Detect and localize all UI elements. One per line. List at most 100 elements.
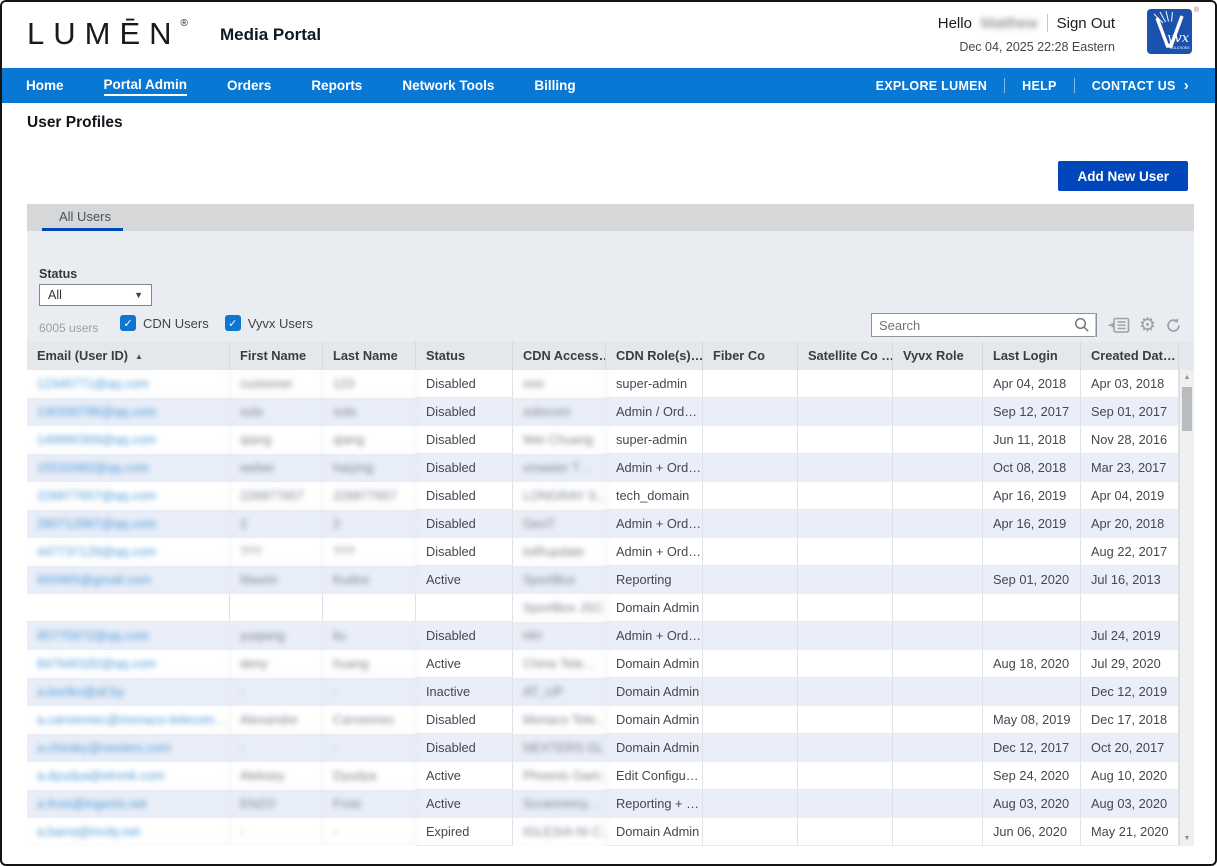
cell-vyvx_role [893, 594, 983, 622]
nav-item-network-tools[interactable]: Network Tools [402, 76, 494, 95]
cell-email[interactable]: a.carvennec@monaco-telecom… [27, 706, 230, 734]
column-header-satellite_co[interactable]: Satellite Co … [798, 342, 893, 370]
vertical-scrollbar[interactable]: ▲ ▼ [1179, 370, 1194, 846]
cell-created_date: Aug 22, 2017 [1081, 538, 1179, 566]
status-select[interactable]: All ▼ [39, 284, 152, 306]
cell-last_name: 226877657 [323, 482, 416, 510]
cell-email[interactable]: 650465@gmail.com [27, 566, 230, 594]
cell-fiber_co [703, 510, 798, 538]
tab-all-users[interactable]: All Users [27, 204, 126, 231]
nav-item-explore-lumen[interactable]: EXPLORE LUMEN [876, 77, 988, 95]
settings-gear-icon[interactable]: ⚙ [1139, 316, 1156, 335]
nav-item-reports[interactable]: Reports [311, 76, 362, 95]
user-table: Email (User ID)▲First NameLast NameStatu… [27, 342, 1194, 846]
top-header: LUMĒN® Media Portal Hello Matthew Sign O… [2, 2, 1215, 68]
registered-mark: ® [181, 18, 188, 29]
column-header-fiber_co[interactable]: Fiber Co [703, 342, 798, 370]
cell-satellite_co [798, 678, 893, 706]
scroll-down-icon[interactable]: ▼ [1180, 835, 1194, 842]
cell-cdn_access: HH [513, 622, 606, 650]
cell-last_login: Sep 01, 2020 [983, 566, 1081, 594]
cdn-users-filter[interactable]: ✓ CDN Users [120, 315, 209, 331]
cell-email[interactable]: a.dyudya@elronk.com [27, 762, 230, 790]
column-header-first_name[interactable]: First Name [230, 342, 323, 370]
cell-email[interactable]: a.frois@ingenis.net [27, 790, 230, 818]
nav-separator [1074, 78, 1075, 93]
table-row: a.frois@ingenis.netENZOFroisActiveScramr… [27, 790, 1179, 818]
table-row: a.barra@incity.net--ExpiredIGLESIA NI C…… [27, 818, 1179, 846]
column-header-status[interactable]: Status [416, 342, 513, 370]
nav-item-help[interactable]: HELP [1022, 77, 1057, 95]
column-header-last_name[interactable]: Last Name [323, 342, 416, 370]
cell-satellite_co [798, 650, 893, 678]
cell-email[interactable]: a.chiraky@nexters.com [27, 734, 230, 762]
cell-last_name: - [323, 734, 416, 762]
cell-first_name: qiang [230, 426, 323, 454]
cell-email[interactable]: 847640182@qq.com [27, 650, 230, 678]
nav-item-contact-us[interactable]: CONTACT US› [1092, 75, 1189, 96]
status-select-value: All [48, 288, 62, 302]
cell-fiber_co [703, 622, 798, 650]
scrollbar-thumb[interactable] [1182, 387, 1192, 431]
column-header-last_login[interactable]: Last Login [983, 342, 1081, 370]
column-chooser-icon[interactable] [1108, 317, 1130, 334]
cell-email[interactable]: 149990309@qq.com [27, 426, 230, 454]
cell-fiber_co [703, 426, 798, 454]
cell-email[interactable]: a.barra@incity.net [27, 818, 230, 846]
nav-item-home[interactable]: Home [26, 76, 64, 95]
refresh-icon[interactable] [1165, 317, 1182, 334]
cell-email[interactable]: a.bortko@af.by [27, 678, 230, 706]
cell-last_name: Kudos [323, 566, 416, 594]
scroll-up-icon[interactable]: ▲ [1180, 374, 1194, 381]
checkbox-checked-icon[interactable]: ✓ [225, 315, 241, 331]
cell-email[interactable]: 447737129@qq.com [27, 538, 230, 566]
sort-ascending-icon: ▲ [135, 352, 143, 361]
cell-vyvx_role [893, 622, 983, 650]
cell-email[interactable]: 12345771@qq.com [27, 370, 230, 398]
table-row: a.carvennec@monaco-telecom…AlexandreCarv… [27, 706, 1179, 734]
cell-last_login: Apr 16, 2019 [983, 510, 1081, 538]
cell-email[interactable]: 226877657@qq.com [27, 482, 230, 510]
column-header-email[interactable]: Email (User ID)▲ [27, 342, 230, 370]
column-header-cdn_roles[interactable]: CDN Role(s)… [606, 342, 703, 370]
search-input[interactable] [872, 318, 1074, 333]
cell-email[interactable]: 280712887@qq.com [27, 510, 230, 538]
nav-item-billing[interactable]: Billing [534, 76, 575, 95]
cell-last_login: Jun 11, 2018 [983, 426, 1081, 454]
search-icon[interactable] [1074, 317, 1090, 333]
cell-email[interactable]: 130330786@qq.com [27, 398, 230, 426]
svg-text:SOLUTIONS: SOLUTIONS [1170, 46, 1190, 50]
nav-item-portal-admin[interactable]: Portal Admin [104, 75, 188, 96]
table-row: a.dyudya@elronk.comAlekseyDyudyaActivePh… [27, 762, 1179, 790]
cell-first_name: weber [230, 454, 323, 482]
main-nav: Home Portal Admin Orders Reports Network Too… [2, 68, 1215, 103]
sign-out-link[interactable]: Sign Out [1057, 15, 1115, 32]
app-window: LUMĒN® Media Portal Hello Matthew Sign O… [0, 0, 1217, 866]
column-header-cdn_access[interactable]: CDN Access… [513, 342, 606, 370]
cell-status: Disabled [416, 370, 513, 398]
cell-cdn_access: SportBox [513, 566, 606, 594]
cell-satellite_co [798, 398, 893, 426]
cell-vyvx_role [893, 538, 983, 566]
nav-item-orders[interactable]: Orders [227, 76, 271, 95]
table-header: Email (User ID)▲First NameLast NameStatu… [27, 342, 1194, 370]
cell-satellite_co [798, 734, 893, 762]
cell-first_name: 2 [230, 510, 323, 538]
cell-last_login [983, 594, 1081, 622]
cell-cdn_access: NEXTERS GL… [513, 734, 606, 762]
cell-email[interactable]: 85775972@qq.com [27, 622, 230, 650]
column-header-created_date[interactable]: Created Dat… [1081, 342, 1179, 370]
cell-cdn_access: vmaster T… [513, 454, 606, 482]
cell-cdn_access: SportBox JSC [513, 594, 606, 622]
cell-email[interactable]: 15533482@qq.com [27, 454, 230, 482]
cell-fiber_co [703, 370, 798, 398]
cell-fiber_co [703, 594, 798, 622]
cell-cdn_access: GeoT [513, 510, 606, 538]
cell-last_login: Sep 24, 2020 [983, 762, 1081, 790]
cell-status: Disabled [416, 706, 513, 734]
add-new-user-button[interactable]: Add New User [1058, 161, 1188, 191]
checkbox-label: CDN Users [143, 316, 209, 331]
vyvx-users-filter[interactable]: ✓Vyvx Users [225, 315, 313, 331]
checkbox-checked-icon[interactable]: ✓ [120, 315, 136, 331]
column-header-vyvx_role[interactable]: Vyvx Role [893, 342, 983, 370]
